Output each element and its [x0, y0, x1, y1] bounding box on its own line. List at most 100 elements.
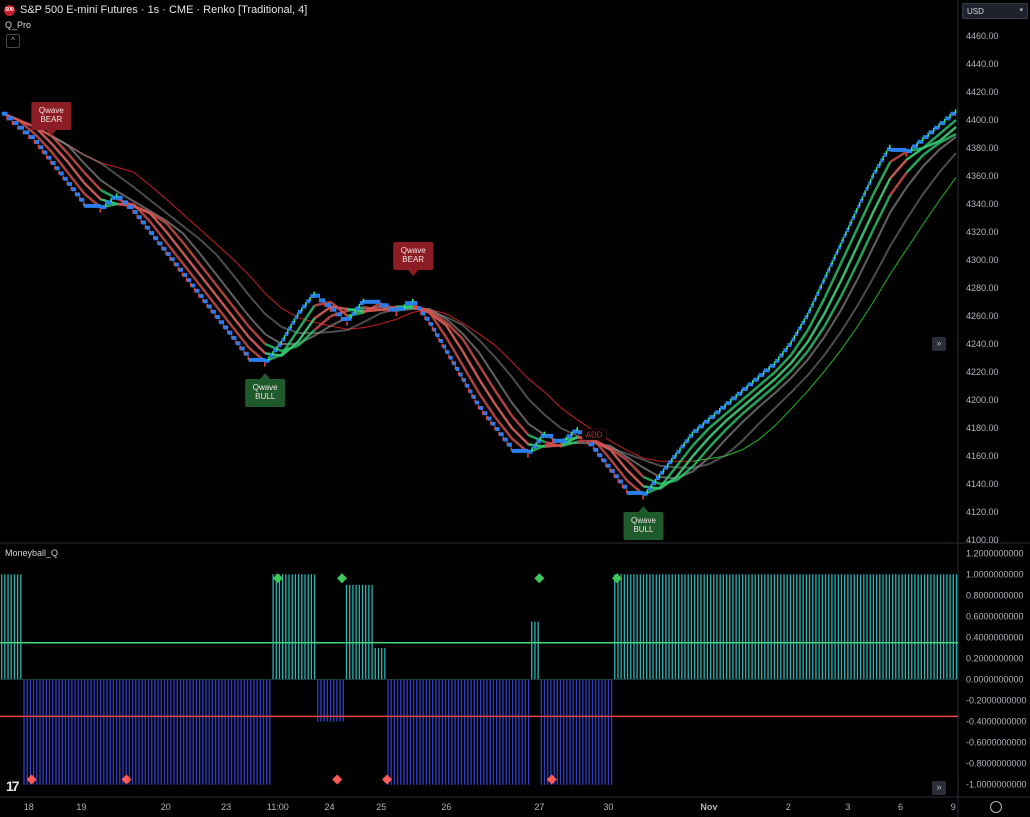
label-text: Qwave — [631, 516, 656, 525]
scroll-to-realtime-button[interactable]: » — [932, 337, 946, 351]
renko-brick — [512, 449, 528, 453]
moneyball-bar — [544, 680, 545, 785]
moneyball-bar — [20, 574, 21, 679]
renko-brick — [187, 278, 191, 282]
renko-brick — [615, 474, 619, 478]
renko-brick — [175, 263, 179, 267]
label-pointer — [408, 270, 418, 276]
renko-brick — [602, 459, 606, 463]
ribbon-segment — [857, 211, 873, 246]
moneyball-bar — [65, 680, 66, 785]
moneyball-bar — [927, 574, 928, 679]
moneyball-bar — [138, 680, 139, 785]
renko-brick — [495, 427, 499, 431]
moneyball-bar — [700, 574, 701, 679]
moneyball-bar — [815, 574, 816, 679]
moneyball-bar — [426, 680, 427, 785]
moneyball-bar — [857, 574, 858, 679]
moneyball-bar — [522, 680, 523, 785]
collapse-indicators-button[interactable]: ^ — [6, 34, 20, 48]
moneyball-bar — [783, 574, 784, 679]
moneyball-bar — [531, 622, 532, 680]
moneyball-bar — [394, 680, 395, 785]
renko-brick — [469, 389, 472, 393]
renko-brick — [466, 384, 469, 388]
ribbon-segment — [199, 274, 215, 295]
moneyball-axis-tick: -0.4000000000 — [966, 717, 1027, 727]
price-axis-tick: 4420.00 — [966, 87, 999, 97]
price-axis-tick: 4260.00 — [966, 311, 999, 321]
moneyball-bar — [244, 680, 245, 785]
price-axis-tick: 4320.00 — [966, 227, 999, 237]
ribbon-segment — [84, 173, 100, 191]
tradingview-logo[interactable]: 17 — [6, 778, 18, 794]
renko-wick — [867, 185, 869, 189]
moneyball-bar — [84, 680, 85, 785]
label-text: Qwave — [253, 383, 278, 392]
renko-brick — [117, 196, 122, 200]
ribbon-segment — [857, 229, 873, 264]
time-axis-tick: 27 — [534, 802, 544, 812]
ribbon-segment — [495, 405, 511, 428]
moneyball-bar — [253, 680, 254, 785]
renko-brick — [380, 303, 388, 307]
renko-brick — [245, 352, 249, 356]
moneyball-bar — [509, 680, 510, 785]
slow-ma-segment — [249, 275, 265, 294]
moneyball-bar — [761, 574, 762, 679]
renko-brick — [389, 308, 397, 312]
scroll-to-realtime-button-subpane[interactable]: » — [932, 781, 946, 795]
renko-brick — [199, 294, 203, 298]
moneyball-bar — [892, 574, 893, 679]
moneyball-bar — [665, 574, 666, 679]
chart-title[interactable]: S&P 500 E-mini Futures · 1s · CME · Renk… — [20, 4, 307, 16]
currency-selector[interactable]: USD ▾ — [962, 3, 1028, 19]
moneyball-bar — [320, 680, 321, 722]
moneyball-bar — [764, 574, 765, 679]
moneyball-bar — [841, 574, 842, 679]
moneyball-bar — [119, 680, 120, 785]
moneyball-bar — [480, 680, 481, 785]
moneyball-bar — [502, 680, 503, 785]
chart-canvas[interactable]: QwaveBEARQwaveBULLQwaveBEARADDQwaveBULL4… — [0, 0, 1030, 817]
moneyball-bar — [317, 680, 318, 722]
indicator-label-q-pro[interactable]: Q_Pro — [5, 20, 31, 30]
indicator-label-moneyball[interactable]: Moneyball_Q — [5, 548, 58, 558]
moneyball-bar — [678, 574, 679, 679]
moneyball-pane — [0, 573, 958, 784]
moneyball-bar — [110, 680, 111, 785]
renko-brick — [55, 166, 59, 170]
moneyball-bar — [151, 680, 152, 785]
moneyball-bar — [142, 680, 143, 785]
moneyball-bar — [796, 574, 797, 679]
buy-diamond — [612, 573, 622, 583]
ribbon-segment — [183, 243, 199, 264]
moneyball-bar — [7, 574, 8, 679]
time-axis-tick: 18 — [24, 802, 34, 812]
slow-ma-segment — [907, 224, 923, 249]
gear-icon[interactable] — [990, 801, 1002, 813]
moneyball-bar — [949, 574, 950, 679]
renko-brick — [47, 156, 51, 160]
moneyball-bar — [352, 585, 353, 680]
renko-brick — [320, 298, 325, 302]
moneyball-bar — [126, 680, 127, 785]
moneyball-bar — [161, 680, 162, 785]
ribbon-segment — [199, 264, 215, 285]
moneyball-bar — [145, 680, 146, 785]
renko-brick — [220, 320, 224, 324]
moneyball-bar — [14, 574, 15, 679]
moneyball-bar — [745, 574, 746, 679]
moneyball-bar — [598, 680, 599, 785]
moneyball-bar — [656, 574, 657, 679]
moneyball-bar — [803, 574, 804, 679]
moneyball-bar — [790, 574, 791, 679]
slow-ma-segment — [528, 379, 544, 393]
moneyball-bar — [416, 680, 417, 785]
label-text: Qwave — [401, 246, 426, 255]
moneyball-bar — [209, 680, 210, 785]
moneyball-bar — [429, 680, 430, 785]
moneyball-bar — [292, 574, 293, 679]
buy-diamond — [337, 573, 347, 583]
price-axis-tick: 4360.00 — [966, 171, 999, 181]
